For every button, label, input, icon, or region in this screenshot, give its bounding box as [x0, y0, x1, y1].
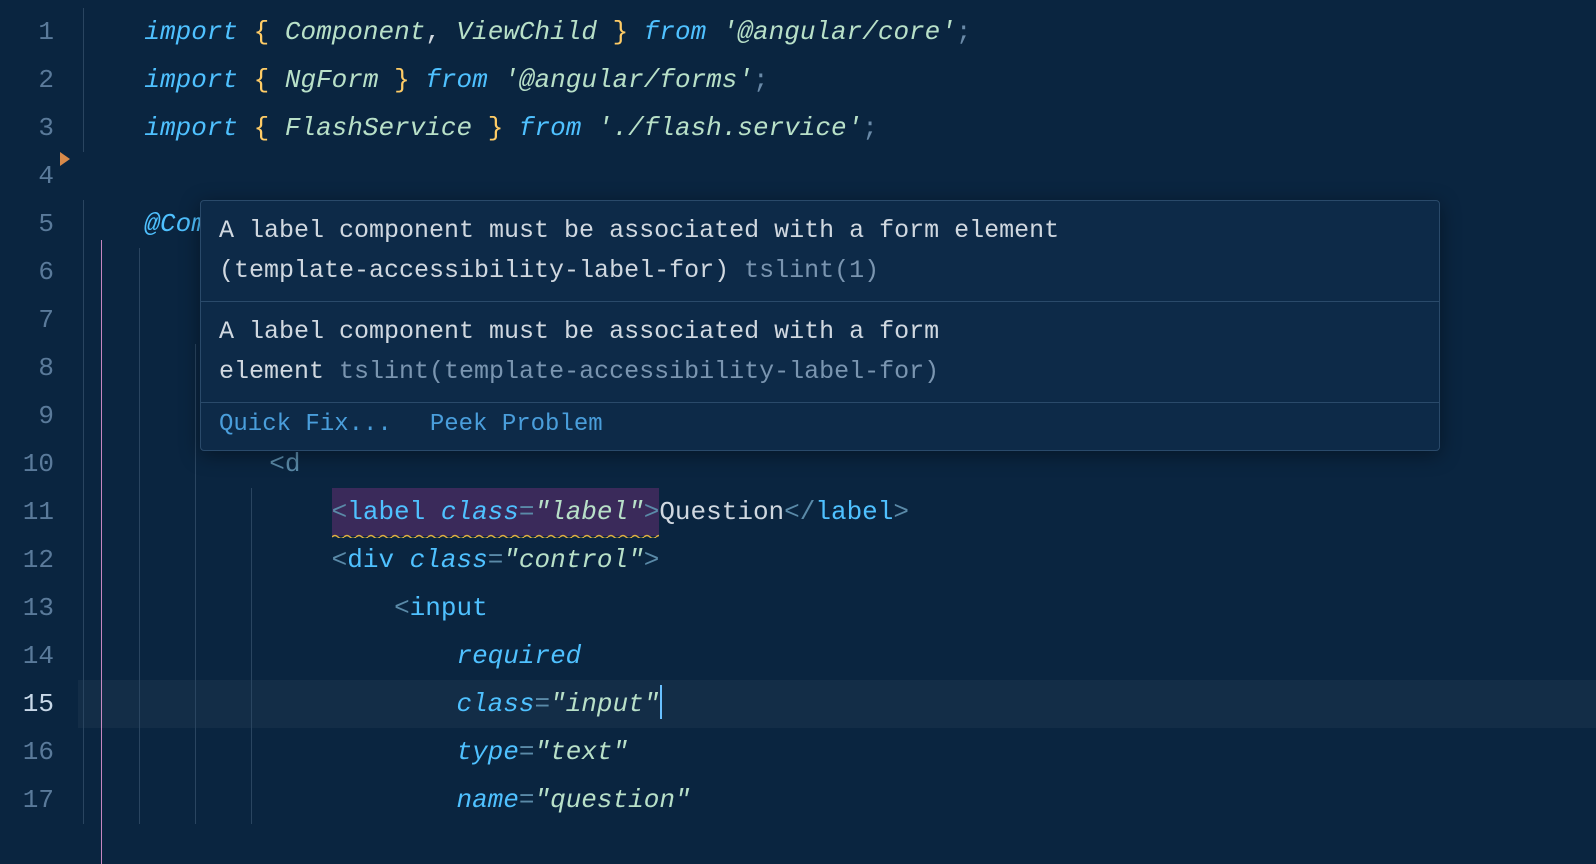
code-line-14[interactable]: required [78, 632, 1596, 680]
code-line-12[interactable]: <div class="control"> [78, 536, 1596, 584]
line-number: 6 [0, 248, 78, 296]
code-line-17[interactable]: name="question" [78, 776, 1596, 824]
line-number: 8 [0, 344, 78, 392]
line-number: 11 [0, 488, 78, 536]
fold-collapse-icon[interactable] [60, 152, 70, 166]
text-cursor [660, 685, 662, 719]
diagnostic-actions: Quick Fix... Peek Problem [201, 402, 1439, 450]
code-line-11[interactable]: <label class="label">Question</label> [78, 488, 1596, 536]
line-number: 9 [0, 392, 78, 440]
line-number: 5 [0, 200, 78, 248]
diagnostic-hover[interactable]: A label component must be associated wit… [200, 200, 1440, 451]
line-number: 12 [0, 536, 78, 584]
line-number: 15 [0, 680, 78, 728]
code-line-3[interactable]: import { FlashService } from './flash.se… [78, 104, 1596, 152]
line-number: 13 [0, 584, 78, 632]
diagnostic-message-2: A label component must be associated wit… [201, 301, 1439, 402]
code-line-16[interactable]: type="text" [78, 728, 1596, 776]
line-number: 10 [0, 440, 78, 488]
line-number: 1 [0, 8, 78, 56]
diagnostic-message-1: A label component must be associated wit… [201, 201, 1439, 301]
quick-fix-button[interactable]: Quick Fix... [219, 411, 392, 438]
diagnostic-underline[interactable]: <label class="label"> [332, 488, 660, 536]
code-line-2[interactable]: import { NgForm } from '@angular/forms'; [78, 56, 1596, 104]
code-line-1[interactable]: import { Component, ViewChild } from '@a… [78, 8, 1596, 56]
code-line-13[interactable]: <input [78, 584, 1596, 632]
line-number: 17 [0, 776, 78, 824]
peek-problem-button[interactable]: Peek Problem [430, 411, 603, 438]
code-editor[interactable]: 1 2 3 4 5 6 7 8 9 10 11 12 13 14 15 16 1… [0, 0, 1596, 864]
line-number: 16 [0, 728, 78, 776]
line-number: 7 [0, 296, 78, 344]
line-number: 14 [0, 632, 78, 680]
code-line-15[interactable]: class="input" [78, 680, 1596, 728]
line-number: 3 [0, 104, 78, 152]
line-gutter: 1 2 3 4 5 6 7 8 9 10 11 12 13 14 15 16 1… [0, 0, 78, 864]
code-line-4[interactable] [78, 152, 1596, 200]
line-number: 2 [0, 56, 78, 104]
